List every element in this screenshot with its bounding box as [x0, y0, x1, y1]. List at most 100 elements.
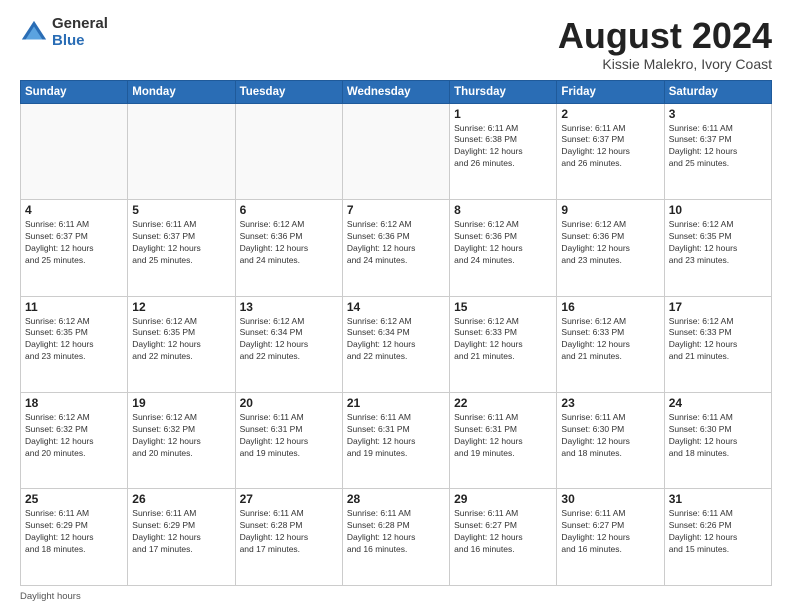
day-number: 21: [347, 396, 445, 410]
day-number: 3: [669, 107, 767, 121]
day-header-row: SundayMondayTuesdayWednesdayThursdayFrid…: [21, 80, 772, 103]
day-info: Sunrise: 6:12 AM Sunset: 6:35 PM Dayligh…: [25, 316, 123, 364]
day-info: Sunrise: 6:11 AM Sunset: 6:29 PM Dayligh…: [25, 508, 123, 556]
day-number: 15: [454, 300, 552, 314]
calendar-cell: 11 Sunrise: 6:12 AM Sunset: 6:35 PM Dayli…: [21, 296, 128, 392]
logo: General Blue: [20, 16, 108, 49]
day-number: 22: [454, 396, 552, 410]
day-number: 31: [669, 492, 767, 506]
week-row-5: 25 Sunrise: 6:11 AM Sunset: 6:29 PM Dayli…: [21, 489, 772, 586]
day-info: Sunrise: 6:12 AM Sunset: 6:36 PM Dayligh…: [454, 219, 552, 267]
header: General Blue August 2024 Kissie Malekro,…: [20, 16, 772, 72]
calendar-cell: 5 Sunrise: 6:11 AM Sunset: 6:37 PM Daylig…: [128, 200, 235, 296]
day-info: Sunrise: 6:12 AM Sunset: 6:35 PM Dayligh…: [669, 219, 767, 267]
day-number: 23: [561, 396, 659, 410]
day-header-wednesday: Wednesday: [342, 80, 449, 103]
calendar-cell: 2 Sunrise: 6:11 AM Sunset: 6:37 PM Daylig…: [557, 103, 664, 199]
day-info: Sunrise: 6:11 AM Sunset: 6:27 PM Dayligh…: [561, 508, 659, 556]
day-number: 20: [240, 396, 338, 410]
day-number: 14: [347, 300, 445, 314]
calendar-cell: [342, 103, 449, 199]
week-row-3: 11 Sunrise: 6:12 AM Sunset: 6:35 PM Dayli…: [21, 296, 772, 392]
day-number: 2: [561, 107, 659, 121]
calendar-cell: [235, 103, 342, 199]
calendar-cell: 18 Sunrise: 6:12 AM Sunset: 6:32 PM Dayli…: [21, 393, 128, 489]
week-row-2: 4Sunrise: 6:11 AM Sunset: 6:37 PM Daylig…: [21, 200, 772, 296]
calendar-cell: 22 Sunrise: 6:11 AM Sunset: 6:31 PM Dayli…: [450, 393, 557, 489]
day-number: 25: [25, 492, 123, 506]
day-number: 28: [347, 492, 445, 506]
calendar-cell: 31Sunrise: 6:11 AM Sunset: 6:26 PM Dayli…: [664, 489, 771, 586]
day-info: Sunrise: 6:12 AM Sunset: 6:36 PM Dayligh…: [347, 219, 445, 267]
calendar-cell: 4Sunrise: 6:11 AM Sunset: 6:37 PM Daylig…: [21, 200, 128, 296]
day-info: Sunrise: 6:12 AM Sunset: 6:33 PM Dayligh…: [454, 316, 552, 364]
day-number: 16: [561, 300, 659, 314]
day-number: 11: [25, 300, 123, 314]
calendar: SundayMondayTuesdayWednesdayThursdayFrid…: [20, 80, 772, 586]
calendar-header: SundayMondayTuesdayWednesdayThursdayFrid…: [21, 80, 772, 103]
day-header-friday: Friday: [557, 80, 664, 103]
calendar-body: 1Sunrise: 6:11 AM Sunset: 6:38 PM Daylig…: [21, 103, 772, 585]
day-number: 19: [132, 396, 230, 410]
day-number: 5: [132, 203, 230, 217]
day-info: Sunrise: 6:11 AM Sunset: 6:30 PM Dayligh…: [561, 412, 659, 460]
day-info: Sunrise: 6:12 AM Sunset: 6:33 PM Dayligh…: [561, 316, 659, 364]
day-info: Sunrise: 6:11 AM Sunset: 6:27 PM Dayligh…: [454, 508, 552, 556]
day-number: 29: [454, 492, 552, 506]
day-info: Sunrise: 6:11 AM Sunset: 6:28 PM Dayligh…: [240, 508, 338, 556]
day-header-monday: Monday: [128, 80, 235, 103]
day-info: Sunrise: 6:11 AM Sunset: 6:31 PM Dayligh…: [454, 412, 552, 460]
calendar-cell: 21 Sunrise: 6:11 AM Sunset: 6:31 PM Dayli…: [342, 393, 449, 489]
day-header-sunday: Sunday: [21, 80, 128, 103]
day-info: Sunrise: 6:11 AM Sunset: 6:37 PM Dayligh…: [669, 123, 767, 171]
calendar-cell: 19 Sunrise: 6:12 AM Sunset: 6:32 PM Dayli…: [128, 393, 235, 489]
calendar-cell: 29 Sunrise: 6:11 AM Sunset: 6:27 PM Dayli…: [450, 489, 557, 586]
page: General Blue August 2024 Kissie Malekro,…: [0, 0, 792, 612]
day-number: 9: [561, 203, 659, 217]
subtitle: Kissie Malekro, Ivory Coast: [558, 56, 772, 72]
day-number: 6: [240, 203, 338, 217]
day-info: Sunrise: 6:12 AM Sunset: 6:33 PM Dayligh…: [669, 316, 767, 364]
day-header-thursday: Thursday: [450, 80, 557, 103]
day-info: Sunrise: 6:12 AM Sunset: 6:36 PM Dayligh…: [240, 219, 338, 267]
calendar-cell: 13Sunrise: 6:12 AM Sunset: 6:34 PM Dayli…: [235, 296, 342, 392]
day-header-saturday: Saturday: [664, 80, 771, 103]
day-number: 30: [561, 492, 659, 506]
day-info: Sunrise: 6:11 AM Sunset: 6:29 PM Dayligh…: [132, 508, 230, 556]
calendar-cell: 8 Sunrise: 6:12 AM Sunset: 6:36 PM Daylig…: [450, 200, 557, 296]
calendar-cell: 12Sunrise: 6:12 AM Sunset: 6:35 PM Dayli…: [128, 296, 235, 392]
calendar-cell: 20Sunrise: 6:11 AM Sunset: 6:31 PM Dayli…: [235, 393, 342, 489]
calendar-cell: 9 Sunrise: 6:12 AM Sunset: 6:36 PM Daylig…: [557, 200, 664, 296]
day-number: 27: [240, 492, 338, 506]
day-info: Sunrise: 6:11 AM Sunset: 6:31 PM Dayligh…: [347, 412, 445, 460]
day-number: 17: [669, 300, 767, 314]
day-info: Sunrise: 6:11 AM Sunset: 6:37 PM Dayligh…: [561, 123, 659, 171]
title-block: August 2024 Kissie Malekro, Ivory Coast: [558, 16, 772, 72]
logo-general: General: [52, 16, 108, 33]
calendar-cell: 24 Sunrise: 6:11 AM Sunset: 6:30 PM Dayli…: [664, 393, 771, 489]
day-number: 8: [454, 203, 552, 217]
calendar-cell: [21, 103, 128, 199]
day-info: Sunrise: 6:11 AM Sunset: 6:30 PM Dayligh…: [669, 412, 767, 460]
calendar-cell: 10Sunrise: 6:12 AM Sunset: 6:35 PM Dayli…: [664, 200, 771, 296]
day-info: Sunrise: 6:11 AM Sunset: 6:37 PM Dayligh…: [132, 219, 230, 267]
day-info: Sunrise: 6:12 AM Sunset: 6:35 PM Dayligh…: [132, 316, 230, 364]
calendar-cell: 25 Sunrise: 6:11 AM Sunset: 6:29 PM Dayli…: [21, 489, 128, 586]
day-number: 18: [25, 396, 123, 410]
calendar-cell: 1Sunrise: 6:11 AM Sunset: 6:38 PM Daylig…: [450, 103, 557, 199]
day-header-tuesday: Tuesday: [235, 80, 342, 103]
calendar-cell: 26Sunrise: 6:11 AM Sunset: 6:29 PM Dayli…: [128, 489, 235, 586]
logo-icon: [20, 19, 48, 47]
calendar-cell: 3 Sunrise: 6:11 AM Sunset: 6:37 PM Daylig…: [664, 103, 771, 199]
day-info: Sunrise: 6:12 AM Sunset: 6:32 PM Dayligh…: [132, 412, 230, 460]
day-number: 24: [669, 396, 767, 410]
footer: Daylight hours: [20, 591, 772, 602]
calendar-cell: 7 Sunrise: 6:12 AM Sunset: 6:36 PM Daylig…: [342, 200, 449, 296]
day-info: Sunrise: 6:12 AM Sunset: 6:36 PM Dayligh…: [561, 219, 659, 267]
day-info: Sunrise: 6:12 AM Sunset: 6:32 PM Dayligh…: [25, 412, 123, 460]
week-row-4: 18 Sunrise: 6:12 AM Sunset: 6:32 PM Dayli…: [21, 393, 772, 489]
day-number: 7: [347, 203, 445, 217]
calendar-cell: 6 Sunrise: 6:12 AM Sunset: 6:36 PM Daylig…: [235, 200, 342, 296]
calendar-cell: 30 Sunrise: 6:11 AM Sunset: 6:27 PM Dayli…: [557, 489, 664, 586]
logo-blue: Blue: [52, 33, 108, 50]
